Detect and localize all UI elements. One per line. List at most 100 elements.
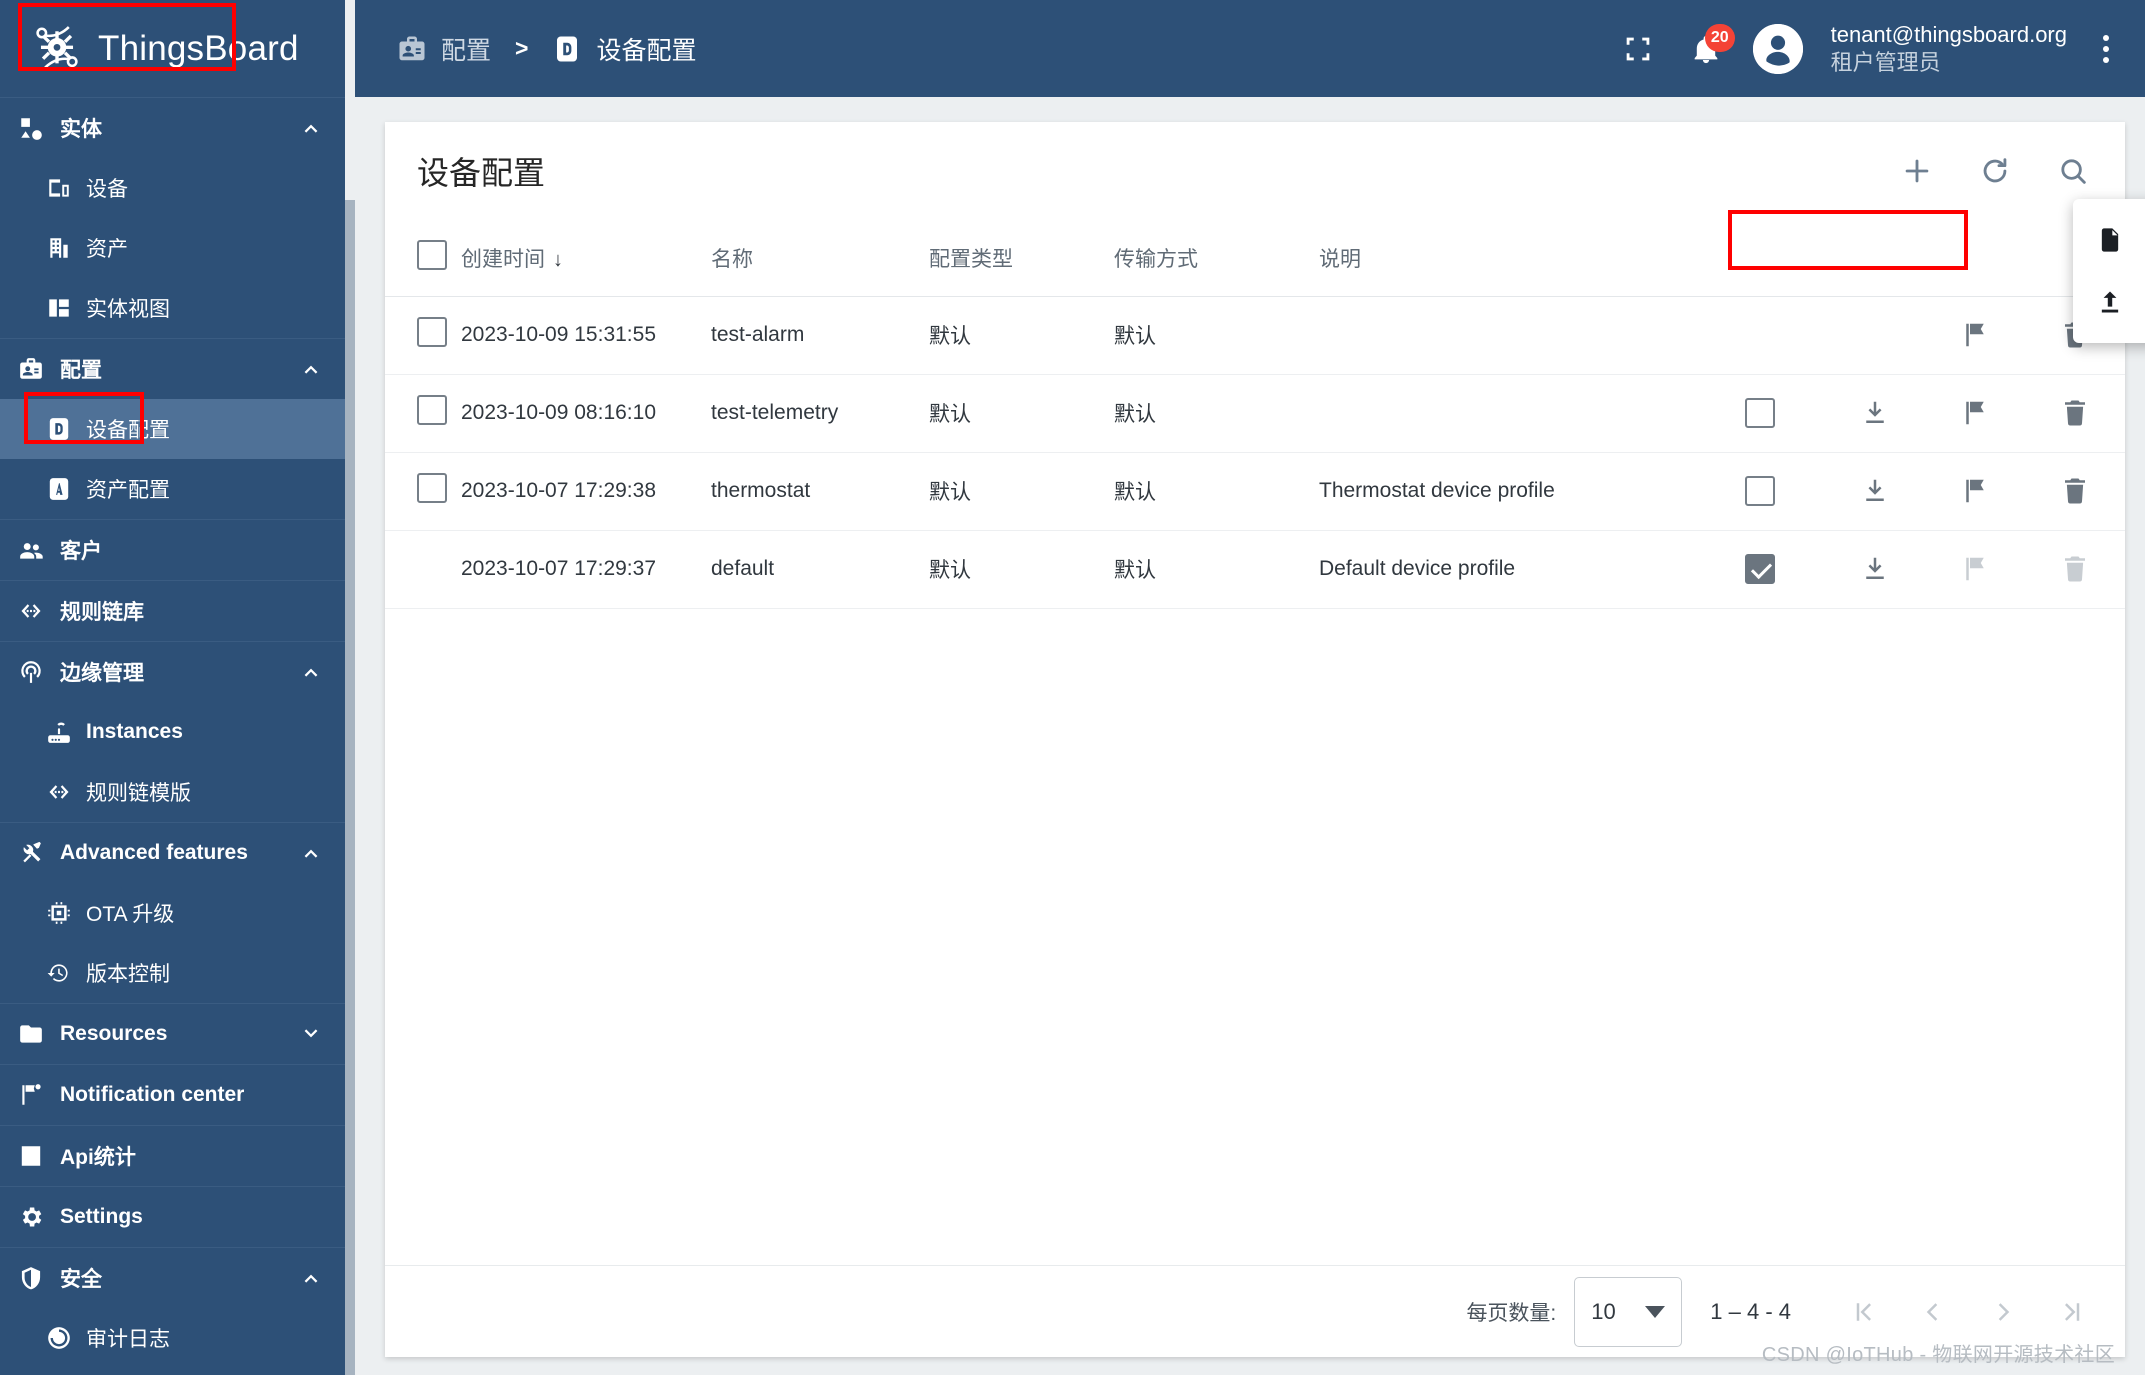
- rule-chain-icon: [46, 779, 72, 805]
- export-icon[interactable]: [1858, 396, 1892, 430]
- cell-type: 默认: [929, 452, 1114, 531]
- chevron-up-icon[interactable]: [299, 116, 323, 140]
- menu-item-create-device-profile[interactable]: 创建设备配置: [2073, 209, 2145, 271]
- breadcrumb-item-device-profiles[interactable]: 设备配置: [596, 31, 696, 67]
- delete-icon[interactable]: [2058, 396, 2092, 430]
- top-toolbar: 配置 > 设备配置 20 tenant@thingsboard.org 租户管理…: [355, 0, 2145, 97]
- refresh-icon[interactable]: [1973, 149, 2017, 193]
- export-icon[interactable]: [1858, 474, 1892, 508]
- fullscreen-icon[interactable]: [1617, 28, 1659, 70]
- cell-created: 2023-10-09 08:16:10: [461, 374, 711, 453]
- column-header-type[interactable]: 配置类型: [929, 220, 1114, 297]
- sidebar-item-1-0[interactable]: 设备配置: [0, 399, 355, 459]
- bell-icon[interactable]: 20: [1685, 23, 1735, 70]
- cell-delete: [2025, 452, 2125, 531]
- table-row[interactable]: 2023-10-09 08:16:10 test-telemetry 默认 默认: [385, 374, 2125, 453]
- column-header-default: [1695, 220, 1825, 297]
- select-all-checkbox[interactable]: [417, 239, 447, 270]
- row-select-cell: [385, 296, 461, 375]
- sidebar-item-0-0[interactable]: 设备: [0, 158, 355, 218]
- column-header-created[interactable]: 创建时间 ↓: [461, 220, 711, 297]
- sidebar-group-0[interactable]: 实体: [0, 98, 355, 158]
- cell-description: Thermostat device profile: [1319, 452, 1695, 531]
- upload-icon: [2095, 287, 2125, 317]
- sidebar-group-9[interactable]: Settings: [0, 1187, 355, 1247]
- sidebar-group-1[interactable]: 配置: [0, 339, 355, 399]
- bar-chart-icon: [18, 1143, 44, 1169]
- cell-name: test-telemetry: [711, 374, 929, 453]
- device-profile-icon: [46, 416, 72, 442]
- sidebar-group-6[interactable]: Resources: [0, 1004, 355, 1064]
- breadcrumb-item-config[interactable]: 配置: [441, 31, 491, 67]
- card-header: 设备配置: [385, 122, 2125, 220]
- brand-logo[interactable]: ThingsBoard: [0, 0, 355, 97]
- delete-icon[interactable]: [2058, 474, 2092, 508]
- edge-icon: [18, 659, 44, 685]
- export-icon[interactable]: [1858, 552, 1892, 586]
- sidebar-group-8[interactable]: Api统计: [0, 1126, 355, 1186]
- sidebar-item-4-0[interactable]: Instances: [0, 702, 355, 762]
- sidebar-group-5[interactable]: Advanced features: [0, 823, 355, 883]
- kebab-menu-icon[interactable]: [2093, 29, 2119, 69]
- flag-icon[interactable]: [1958, 318, 1992, 352]
- breadcrumb-separator: >: [515, 35, 529, 61]
- account-circle-icon[interactable]: [1752, 23, 1803, 74]
- sidebar-item-0-2[interactable]: 实体视图: [0, 278, 355, 338]
- column-header-transport[interactable]: 传输方式: [1114, 220, 1319, 297]
- row-select-cell: [385, 452, 461, 531]
- sidebar-item-4-1[interactable]: 规则链模版: [0, 762, 355, 822]
- table-row[interactable]: 2023-10-09 15:31:55 test-alarm 默认 默认: [385, 296, 2125, 375]
- sidebar-group-3[interactable]: 规则链库: [0, 581, 355, 641]
- default-profile-checkbox[interactable]: [1745, 476, 1775, 506]
- default-profile-checkbox[interactable]: [1745, 398, 1775, 428]
- sidebar-item-0-1[interactable]: 资产: [0, 218, 355, 278]
- sidebar-group-7[interactable]: Notification center: [0, 1065, 355, 1125]
- sidebar-scrollbar-track[interactable]: [345, 0, 355, 1375]
- sidebar-group-10[interactable]: 安全: [0, 1248, 355, 1308]
- chevron-up-icon[interactable]: [299, 1266, 323, 1290]
- cell-flag: [1925, 452, 2025, 531]
- sidebar-item-5-0[interactable]: OTA 升级: [0, 883, 355, 943]
- cell-export: [1825, 530, 1925, 609]
- previous-page-button[interactable]: [1909, 1288, 1957, 1336]
- sidebar-group-2[interactable]: 客户: [0, 520, 355, 580]
- notification-badge: 20: [1704, 23, 1735, 52]
- sidebar-item-10-0[interactable]: 审计日志: [0, 1308, 355, 1368]
- column-header-name[interactable]: 名称: [711, 220, 929, 297]
- sidebar-group-4[interactable]: 边缘管理: [0, 642, 355, 702]
- watermark: CSDN @IoTHub - 物联网开源技术社区: [1761, 1344, 2115, 1366]
- flag-icon[interactable]: [1958, 474, 1992, 508]
- chevron-up-icon[interactable]: [299, 357, 323, 381]
- default-profile-checkbox[interactable]: [1745, 554, 1775, 584]
- search-icon[interactable]: [2051, 149, 2095, 193]
- column-header-description[interactable]: 说明: [1319, 220, 1695, 297]
- table-row[interactable]: 2023-10-07 17:29:38 thermostat 默认 默认 Thermos…: [385, 452, 2125, 531]
- sidebar-item-5-1[interactable]: 版本控制: [0, 943, 355, 1003]
- tools-icon: [18, 840, 44, 866]
- cell-default-flag: [1695, 452, 1825, 531]
- chevron-up-icon[interactable]: [299, 660, 323, 684]
- last-page-button[interactable]: [2049, 1288, 2097, 1336]
- plus-icon[interactable]: [1895, 149, 1939, 193]
- row-checkbox[interactable]: [417, 395, 447, 425]
- cell-default-flag: [1695, 296, 1825, 375]
- user-info[interactable]: tenant@thingsboard.org 租户管理员: [1831, 21, 2067, 76]
- page-size-select[interactable]: 10: [1574, 1276, 1683, 1347]
- row-checkbox[interactable]: [417, 473, 447, 503]
- next-page-button[interactable]: [1979, 1288, 2027, 1336]
- sidebar-item-1-1[interactable]: 资产配置: [0, 459, 355, 519]
- page-size-value: 10: [1591, 1298, 1616, 1324]
- sidebar-nav: 实体 设备 资产 实体视图 配置 设备配置 资产配置 客户 规则链库 边缘管理 Instances 规…: [0, 97, 355, 1368]
- first-page-button[interactable]: [1839, 1288, 1887, 1336]
- row-checkbox[interactable]: [417, 317, 447, 347]
- menu-item-import-device-profile[interactable]: 导入设备配置: [2073, 271, 2145, 333]
- profile-card-icon: [18, 356, 44, 382]
- table-row[interactable]: 2023-10-07 17:29:37 default 默认 默认 Default de…: [385, 530, 2125, 609]
- chevron-down-icon[interactable]: [299, 1022, 323, 1046]
- flag-icon[interactable]: [1958, 396, 1992, 430]
- cell-description: [1319, 374, 1695, 453]
- sidebar-scrollbar-thumb[interactable]: [345, 200, 355, 1375]
- chevron-up-icon[interactable]: [299, 841, 323, 865]
- table-header: 创建时间 ↓ 名称 配置类型 传输方式 说明: [385, 220, 2125, 297]
- flag-notify-icon: [18, 1082, 44, 1108]
